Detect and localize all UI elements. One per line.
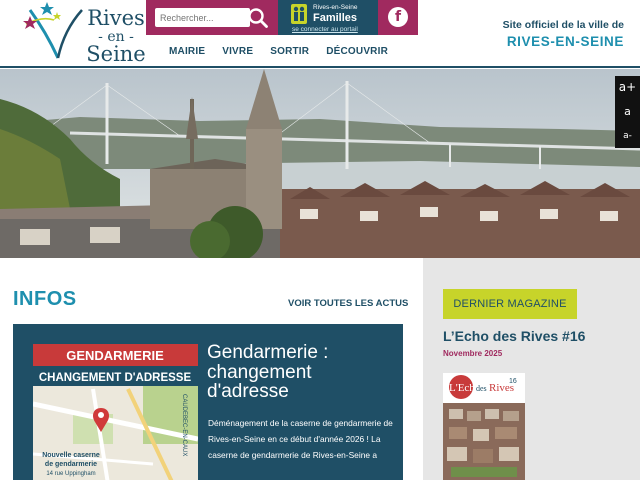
logo-line-3: Seine	[86, 42, 146, 66]
image-caption-line-1: Nouvelle caserne	[42, 452, 100, 459]
search-icon[interactable]	[247, 7, 269, 29]
facebook-link[interactable]: f	[378, 0, 418, 35]
town-panorama-image	[0, 69, 640, 258]
image-caption-line-2: de gendarmerie	[45, 461, 97, 468]
news-card[interactable]: GENDARMERIE CHANGEMENT D'ADRESSE CAUDEBE…	[13, 324, 403, 480]
reset-font-button[interactable]: a	[615, 100, 640, 124]
nav-item-vivre[interactable]: VIVRE	[222, 46, 253, 57]
image-banner-subtitle: CHANGEMENT D'ADRESSE	[39, 372, 192, 384]
decrease-font-button[interactable]: a-	[615, 124, 640, 148]
familles-portal-link[interactable]: Rives-en-Seine Familles se connecter au …	[278, 0, 378, 35]
cover-word-2: des	[476, 384, 487, 393]
tagline-city-name: RIVES-EN-SEINE	[506, 34, 624, 49]
nav-item-sortir[interactable]: SORTIR	[270, 46, 309, 57]
magazine-title[interactable]: L’Echo des Rives #16	[443, 328, 585, 344]
hero-banner-photo	[0, 69, 640, 258]
cover-issue: 16	[509, 378, 517, 385]
news-heading[interactable]: Gendarmerie : changement d'adresse	[207, 343, 397, 402]
search-input[interactable]	[155, 8, 250, 27]
magazine-cover-image: L'Echo des Rives 16	[443, 373, 525, 480]
family-icon	[291, 4, 307, 24]
increase-font-button[interactable]: a+	[615, 76, 640, 100]
familles-title: Familles	[313, 12, 358, 24]
page: Rives - en - Seine Rives-en-Seine Famill…	[0, 0, 640, 480]
familles-connect-link[interactable]: se connecter au portail	[292, 26, 358, 33]
main-nav: MAIRIE VIVRE SORTIR DÉCOUVRIR	[169, 46, 388, 57]
site-tagline: Site officiel de la ville de RIVES-EN-SE…	[503, 19, 624, 49]
news-excerpt: Déménagement de la caserne de gendarmeri…	[208, 418, 393, 460]
logo-wordmark: Rives - en - Seine	[76, 8, 156, 65]
news-card-image[interactable]: GENDARMERIE CHANGEMENT D'ADRESSE CAUDEBE…	[33, 344, 198, 480]
nav-item-mairie[interactable]: MAIRIE	[169, 46, 205, 57]
image-map-road-label: CAUDEBEC-EN-CAUX	[181, 394, 187, 456]
font-size-controls: a+ a a-	[615, 76, 640, 148]
familles-subtitle: Rives-en-Seine	[313, 4, 358, 11]
infos-section-title: INFOS	[13, 288, 77, 310]
site-logo[interactable]: Rives - en - Seine	[20, 2, 146, 65]
magazine-sidebar: DERNIER MAGAZINE L’Echo des Rives #16 No…	[423, 258, 640, 480]
magazine-cover[interactable]: L'Echo des Rives 16	[443, 373, 525, 480]
content-section: INFOS VOIR TOUTES LES ACTUS GENDARMERIE	[0, 258, 640, 480]
see-all-news-link[interactable]: VOIR TOUTES LES ACTUS	[288, 298, 408, 309]
facebook-icon: f	[388, 7, 408, 27]
magazine-date: Novembre 2025	[443, 349, 503, 358]
image-caption-line-3: 14 rue Uppingham	[46, 471, 95, 477]
logo-line-1: Rives	[87, 6, 145, 30]
gendarmerie-map-image: GENDARMERIE CHANGEMENT D'ADRESSE CAUDEBE…	[33, 344, 198, 480]
image-banner-title: GENDARMERIE	[66, 348, 164, 363]
site-header: Rives - en - Seine Rives-en-Seine Famill…	[0, 0, 640, 68]
nav-item-decouvrir[interactable]: DÉCOUVRIR	[326, 46, 388, 57]
tagline-line-1: Site officiel de la ville de	[502, 19, 624, 31]
latest-magazine-label: DERNIER MAGAZINE	[443, 289, 577, 319]
